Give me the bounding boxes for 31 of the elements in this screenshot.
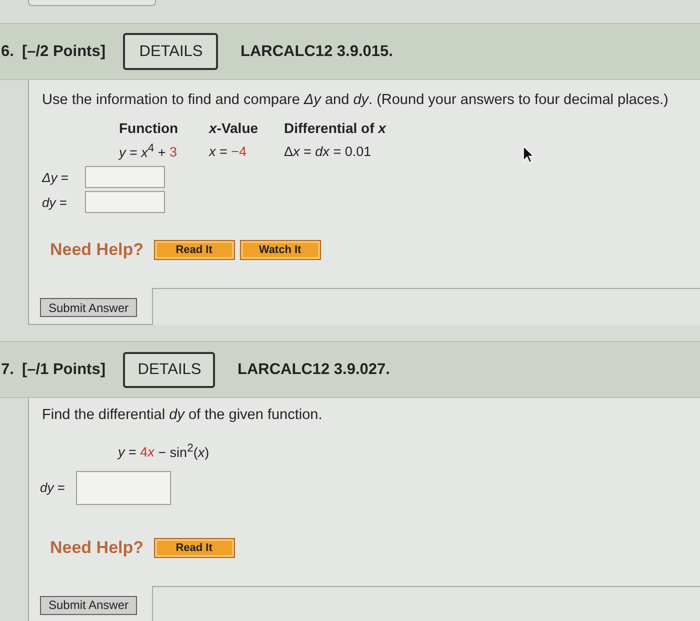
question-prompt: Find the differential dy of the given function. bbox=[42, 406, 322, 424]
submit-button[interactable]: Submit Answer bbox=[40, 298, 137, 317]
answer-field[interactable] bbox=[76, 470, 171, 504]
question-code: LARCALC12 3.9.027. bbox=[237, 360, 390, 378]
question-number: 7. bbox=[1, 360, 14, 378]
mouse-cursor-icon bbox=[523, 146, 534, 163]
help-button[interactable]: Read It bbox=[154, 538, 235, 558]
question-prompt: Use the information to find and compare Δy and dy. (Round your answers to four decimal places.) bbox=[42, 91, 668, 109]
question-code: LARCALC12 3.9.015. bbox=[240, 42, 393, 60]
function-formula: y = 4x − sin$^{2}$(x) bbox=[118, 441, 210, 462]
answer-field[interactable] bbox=[85, 166, 165, 188]
column-header: Function bbox=[119, 120, 178, 136]
table-cell: x = −4 bbox=[209, 144, 247, 158]
details-button[interactable]: DETAILS bbox=[123, 33, 218, 70]
column-header: x-Value bbox=[209, 120, 258, 136]
help-button[interactable]: Read It bbox=[154, 240, 235, 260]
details-button[interactable]: DETAILS bbox=[123, 352, 216, 388]
answer-field[interactable] bbox=[85, 191, 165, 213]
help-button[interactable]: Watch It bbox=[240, 240, 321, 260]
column-header: Differential of x bbox=[284, 120, 386, 136]
points-label: [–/1 Points] bbox=[22, 360, 106, 378]
question-number: 6. bbox=[1, 42, 14, 60]
answer-label: dy = bbox=[40, 480, 66, 495]
answer-label: Δy = bbox=[42, 170, 70, 184]
help-label: Need Help? bbox=[50, 240, 144, 260]
table-cell: Δx = dx = 0.01 bbox=[284, 144, 372, 158]
answer-label: dy = bbox=[42, 194, 68, 210]
table-cell: y = x$^{4}$ + 3 bbox=[119, 142, 178, 160]
help-label: Need Help? bbox=[50, 538, 144, 558]
submit-button[interactable]: Submit Answer bbox=[40, 596, 137, 614]
points-label: [–/2 Points] bbox=[22, 42, 106, 60]
